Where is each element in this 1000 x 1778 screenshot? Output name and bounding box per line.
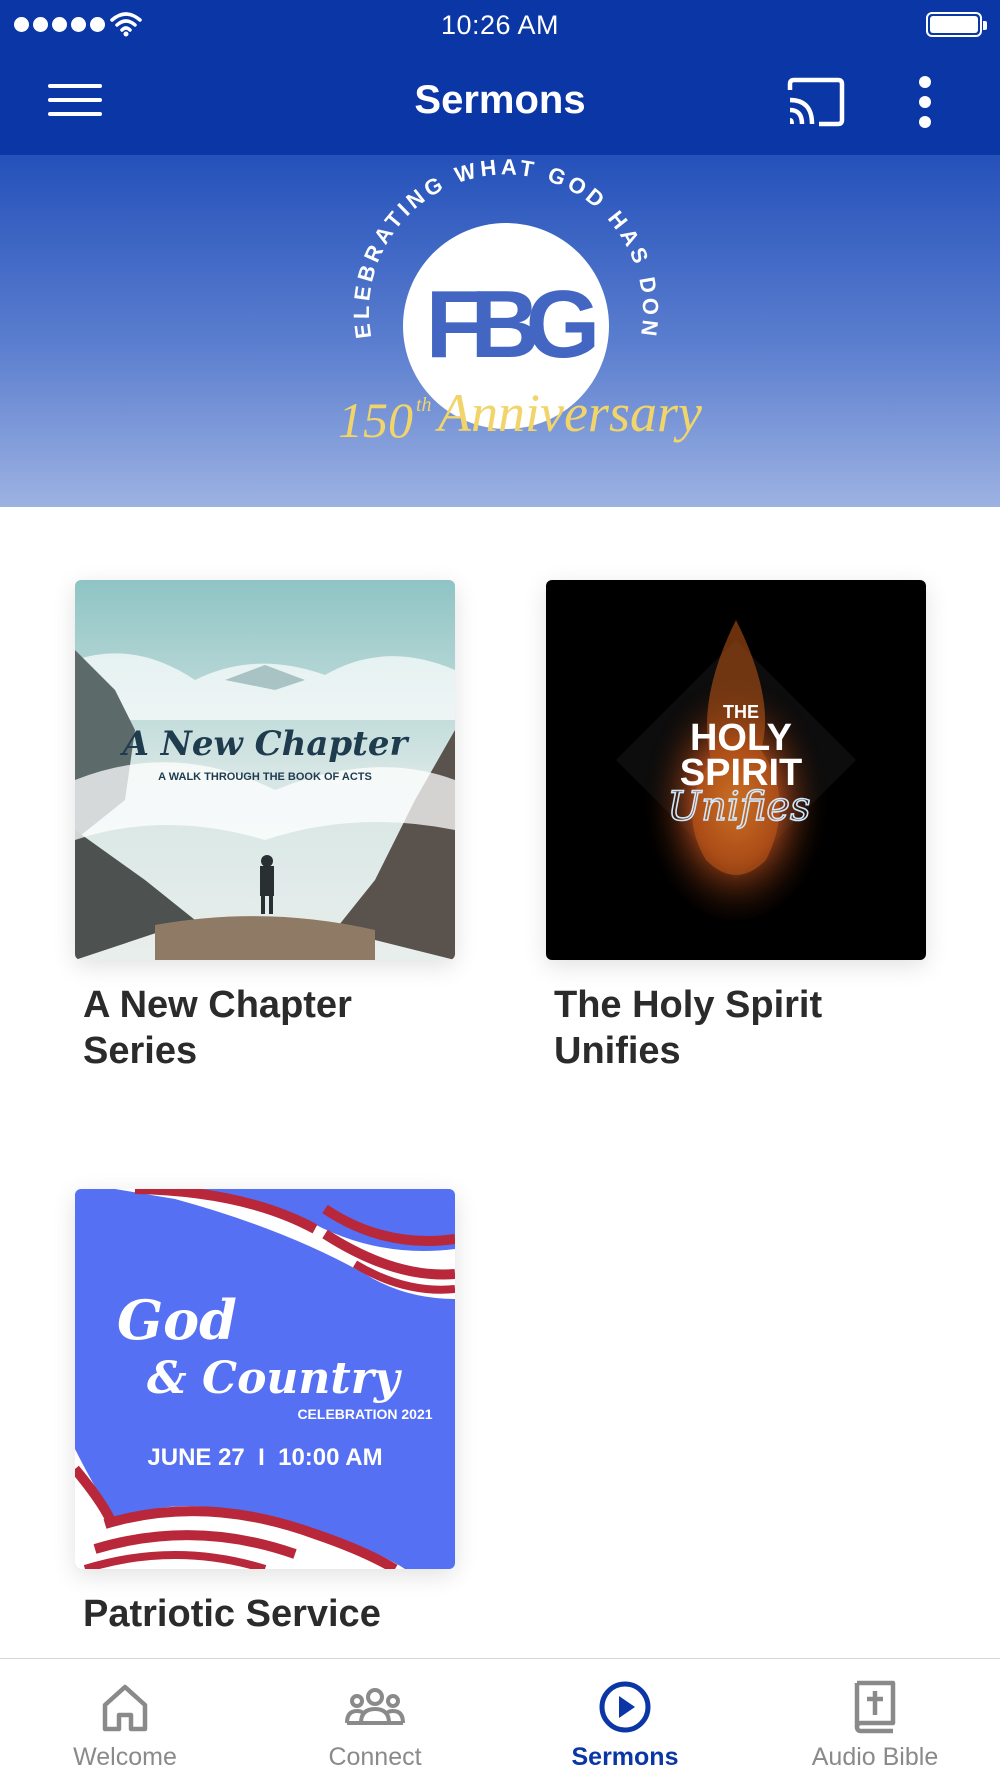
bible-icon xyxy=(854,1680,896,1734)
series-artwork-patriotic[interactable]: God & Country CELEBRATION 2021 JUNE 27 I… xyxy=(75,1189,455,1569)
anniversary-number: 150 xyxy=(338,392,413,448)
series-title[interactable]: Patriotic Service xyxy=(83,1591,413,1637)
anniversary-banner: CELEBRATING WHAT GOD HAS DONE FBG 150 th… xyxy=(0,155,1000,507)
series-artwork-holy-spirit[interactable]: THE HOLY SPIRIT Unifies xyxy=(546,580,926,960)
tab-audio-bible[interactable]: Audio Bible xyxy=(750,1659,1000,1778)
app-header: 10:26 AM Sermons xyxy=(0,0,1000,155)
people-icon xyxy=(345,1688,405,1725)
home-icon xyxy=(102,1684,148,1732)
tab-connect[interactable]: Connect xyxy=(250,1659,500,1778)
play-circle-icon xyxy=(599,1681,651,1733)
tab-label: Welcome xyxy=(73,1743,177,1771)
art-line-celebration: CELEBRATION 2021 xyxy=(297,1406,432,1422)
bottom-tab-bar: Welcome Connect Sermons Audio Bible xyxy=(0,1658,1000,1778)
series-title[interactable]: A New Chapter Series xyxy=(83,982,413,1074)
cast-button[interactable] xyxy=(785,76,847,128)
series-card-patriotic[interactable]: God & Country CELEBRATION 2021 JUNE 27 I… xyxy=(75,1189,455,1637)
tab-sermons[interactable]: Sermons xyxy=(500,1659,750,1778)
status-bar: 10:26 AM xyxy=(0,0,1000,50)
art-subline: A WALK THROUGH THE BOOK OF ACTS xyxy=(158,771,372,783)
cast-icon xyxy=(787,77,845,127)
art-line-date: JUNE 27 I 10:00 AM xyxy=(147,1444,382,1471)
anniversary-suffix: th xyxy=(416,394,432,416)
series-card-holy-spirit[interactable]: THE HOLY SPIRIT Unifies The Holy Spirit … xyxy=(546,580,926,1074)
art-line-country: & Country xyxy=(147,1353,403,1404)
series-card-new-chapter[interactable]: A New Chapter A WALK THROUGH THE BOOK OF… xyxy=(75,580,455,1074)
status-time: 10:26 AM xyxy=(440,10,560,40)
page-title: Sermons xyxy=(414,78,586,122)
tab-label: Audio Bible xyxy=(811,1743,939,1771)
tab-welcome[interactable]: Welcome xyxy=(0,1659,250,1778)
art-line-god: God xyxy=(117,1288,237,1352)
tab-label: Sermons xyxy=(571,1743,679,1771)
more-options-button[interactable] xyxy=(905,74,945,130)
logo-monogram: FBG xyxy=(426,271,595,378)
battery-icon xyxy=(926,12,987,37)
series-title[interactable]: The Holy Spirit Unifies xyxy=(554,982,884,1074)
series-artwork-new-chapter[interactable]: A New Chapter A WALK THROUGH THE BOOK OF… xyxy=(75,580,455,960)
tab-label: Connect xyxy=(328,1743,422,1771)
anniversary-logo: CELEBRATING WHAT GOD HAS DONE FBG 150 th… xyxy=(0,155,702,448)
art-headline: A New Chapter xyxy=(120,724,410,764)
art-line-unifies: Unifies xyxy=(667,784,810,830)
anniversary-word: Anniversary xyxy=(435,383,702,443)
